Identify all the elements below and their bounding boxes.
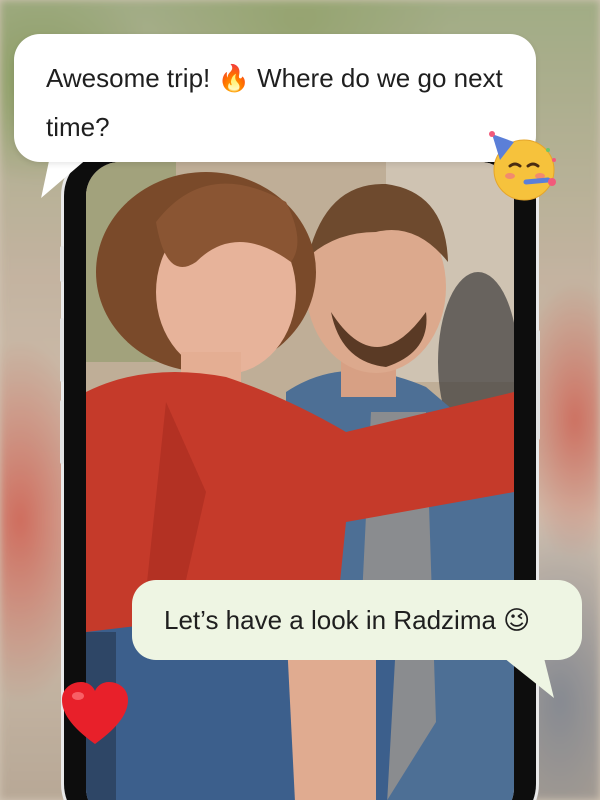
phone-side-button <box>60 318 64 382</box>
phone-side-button <box>60 400 64 464</box>
winking-face-icon: 😉 <box>503 606 531 636</box>
phone-side-button <box>60 246 64 282</box>
red-heart-icon <box>62 682 128 744</box>
phone-screen <box>86 162 514 800</box>
message-text: Let’s have a look in Radzima <box>164 605 504 635</box>
couple-photo <box>86 162 514 800</box>
received-message-bubble: Awesome trip! 🔥 Where do we go next time… <box>14 34 536 162</box>
promo-canvas: Awesome trip! 🔥 Where do we go next time… <box>0 0 600 800</box>
couple-photo-illustration <box>86 162 514 800</box>
party-face-icon <box>489 131 556 201</box>
phone-power-button <box>536 330 540 440</box>
fire-emoji-icon: 🔥 <box>217 64 250 94</box>
message-text: Awesome trip! <box>46 63 218 93</box>
sent-message-bubble: Let’s have a look in Radzima 😉 <box>132 580 582 660</box>
